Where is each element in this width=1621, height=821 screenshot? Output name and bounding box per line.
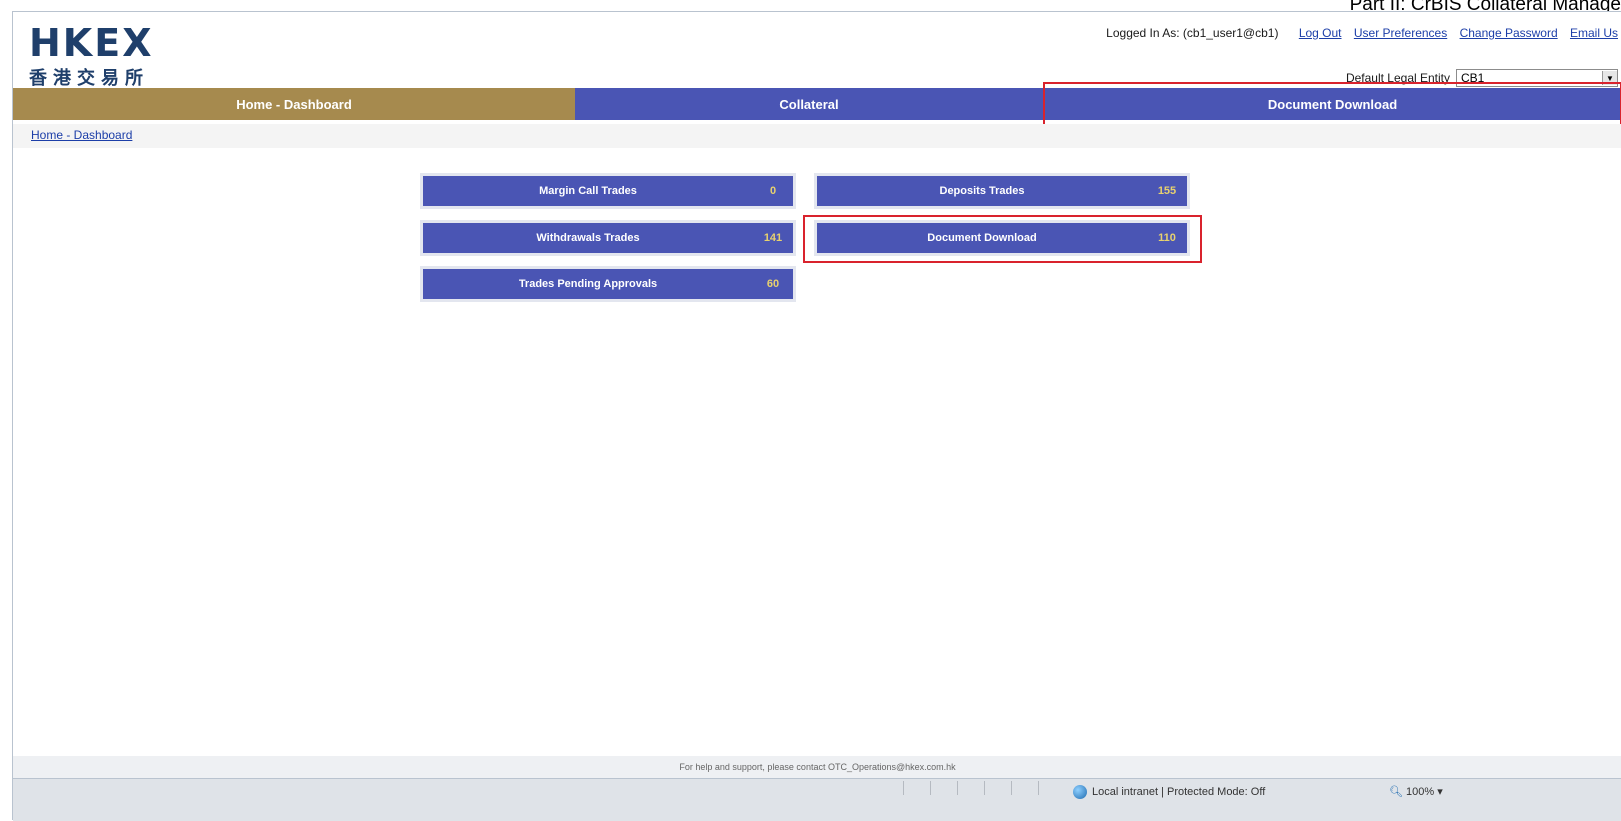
tile-margin-call-trades[interactable]: Margin Call Trades 0: [423, 176, 793, 206]
tile-label: Deposits Trades: [939, 185, 1025, 197]
support-footer: For help and support, please contact OTC…: [13, 756, 1621, 778]
status-separator: [984, 781, 1011, 795]
chevron-down-icon: ▾: [1437, 786, 1443, 798]
zoom-level: 100%: [1406, 786, 1435, 798]
zoom-icon: 🔍︎: [1389, 786, 1403, 798]
zoom-control[interactable]: 🔍︎ 100% ▾: [1389, 785, 1443, 798]
logo-text: HKEX: [29, 21, 154, 65]
logo-chinese-text: 香港交易所: [29, 68, 149, 88]
security-zone-text: Local intranet | Protected Mode: Off: [1092, 786, 1266, 798]
tile-count: 0: [769, 185, 777, 197]
change-password-link[interactable]: Change Password: [1460, 26, 1558, 40]
tile-count: 155: [1157, 185, 1177, 197]
nav-tab-collateral[interactable]: Collateral: [575, 88, 1043, 120]
logout-link[interactable]: Log Out: [1299, 26, 1342, 40]
breadcrumb-bar: [13, 124, 1621, 148]
status-separator: [1038, 781, 1065, 795]
support-text: For help and support, please contact OTC…: [679, 762, 956, 772]
highlight-box-tile: [803, 215, 1202, 263]
nav-tab-home-dashboard[interactable]: Home - Dashboard: [13, 88, 575, 120]
tile-label: Trades Pending Approvals: [518, 278, 658, 290]
highlight-box-nav: [1043, 82, 1621, 128]
logged-in-label: Logged In As: (cb1_user1@cb1): [1106, 26, 1279, 40]
tile-withdrawals-trades[interactable]: Withdrawals Trades 141: [423, 223, 793, 253]
user-preferences-link[interactable]: User Preferences: [1354, 26, 1447, 40]
browser-window: HKEX 香港交易所 Logged In As: (cb1_user1@cb1)…: [12, 11, 1621, 821]
hkex-logo: HKEX 香港交易所: [29, 24, 154, 90]
tile-count: 60: [766, 278, 780, 290]
status-separator: [1011, 781, 1038, 795]
status-separator: [903, 781, 930, 795]
tile-count: 141: [763, 232, 783, 244]
tile-trades-pending-approvals[interactable]: Trades Pending Approvals 60: [423, 269, 793, 299]
tile-label: Margin Call Trades: [539, 185, 637, 197]
globe-icon: [1073, 785, 1087, 799]
browser-status-bar: Local intranet | Protected Mode: Off 🔍︎ …: [13, 778, 1621, 821]
security-zone[interactable]: Local intranet | Protected Mode: Off: [1073, 785, 1265, 799]
status-separator: [957, 781, 984, 795]
status-separator: [930, 781, 957, 795]
user-links: Logged In As: (cb1_user1@cb1) Log Out Us…: [1106, 26, 1618, 40]
breadcrumb[interactable]: Home - Dashboard: [31, 128, 132, 142]
status-separators: [903, 781, 1065, 795]
tile-deposits-trades[interactable]: Deposits Trades 155: [817, 176, 1187, 206]
email-us-link[interactable]: Email Us: [1570, 26, 1618, 40]
tile-label: Withdrawals Trades: [536, 232, 640, 244]
